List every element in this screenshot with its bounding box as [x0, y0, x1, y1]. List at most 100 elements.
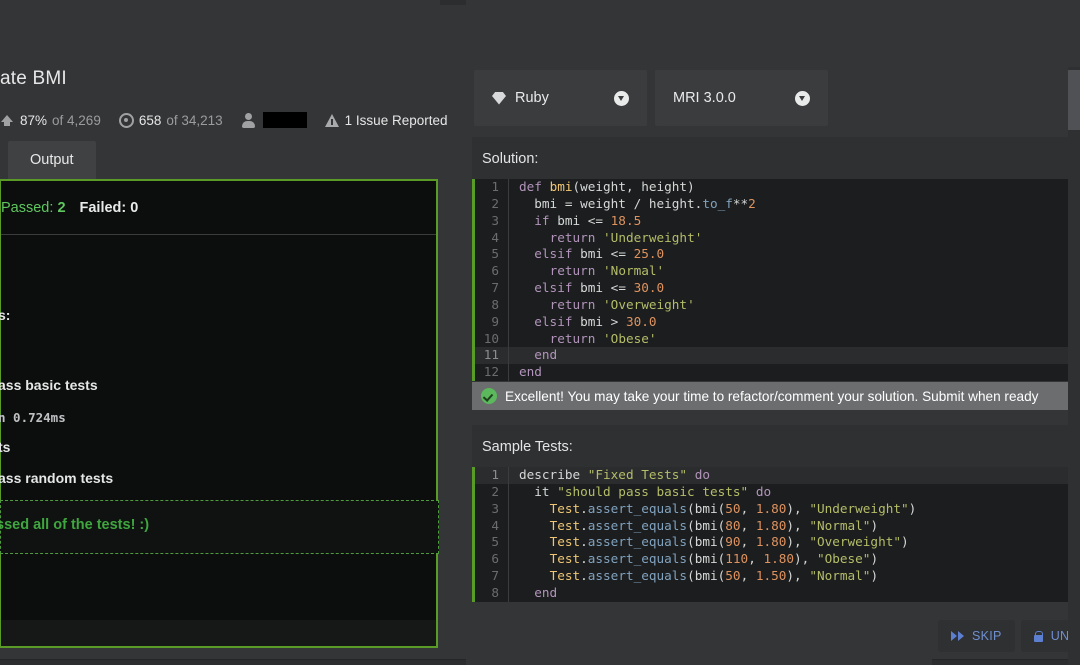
code-text: Test.assert_equals(bmi(50, 1.50), "Norma…	[549, 568, 879, 584]
app-root: ate BMI 87% of 4,269 658 of 34,213 1 Iss…	[0, 0, 1080, 665]
line-number: 8	[475, 296, 509, 314]
person-icon	[241, 112, 256, 128]
line-number: 3	[475, 500, 509, 518]
code-line: 3 Test.assert_equals(bmi(50, 1.80), "Und…	[475, 500, 1080, 518]
ruby-gem-icon	[492, 91, 506, 105]
line-number: 10	[475, 330, 509, 348]
code-text: return 'Normal'	[549, 263, 665, 279]
line-number: 1	[475, 179, 509, 196]
code-text: elsif bmi <= 25.0	[534, 246, 665, 262]
code-line: 7 elsif bmi <= 30.0	[475, 280, 1080, 297]
code-text: Test.assert_equals(bmi(80, 1.80), "Norma…	[549, 517, 879, 533]
code-line: 12 end	[475, 364, 1080, 382]
code-line: 3 if bmi <= 18.5	[475, 212, 1080, 230]
code-text: return 'Overweight'	[549, 296, 695, 312]
stat-completions-suffix: of 34,213	[166, 112, 223, 128]
sample-tests-code-editor[interactable]: 1 describe "Fixed Tests" do 2 it "should p…	[472, 467, 1080, 602]
action-buttons: SKIP UNLOCK SOLUTIONS DISCUSS (82) RESET	[938, 620, 1080, 652]
failed-count: 0	[130, 199, 139, 216]
solution-code-editor[interactable]: 1 def bmi(weight, height) 2 bmi = weight /…	[472, 179, 1080, 382]
line-number: 2	[475, 483, 509, 501]
passed-summary: Passed: 2	[1, 200, 66, 216]
console-line-1: ass basic tests	[0, 377, 98, 393]
failed-label: Failed:	[79, 199, 127, 216]
code-text: bmi = weight / height.to_f**2	[519, 195, 756, 211]
code-line: 7 Test.assert_equals(bmi(50, 1.50), "Nor…	[475, 568, 1080, 585]
code-line: 6 return 'Normal'	[475, 263, 1080, 281]
check-circle-icon	[481, 388, 497, 404]
stat-completions: 658 of 34,213	[118, 112, 223, 128]
code-line: 2 bmi = weight / height.to_f**2	[475, 195, 1080, 213]
version-dropdown[interactable]: MRI 3.0.0	[655, 70, 828, 126]
redacted-username	[262, 112, 307, 128]
tab-output[interactable]: Output	[8, 141, 96, 179]
stat-author	[241, 112, 307, 128]
passed-label: Passed:	[1, 199, 54, 216]
all-tests-passed-box: ssed all of the tests! :)	[0, 500, 439, 554]
line-number: 6	[475, 263, 509, 281]
language-version: MRI 3.0.0	[673, 90, 736, 106]
stat-issues[interactable]: 1 Issue Reported	[324, 112, 448, 128]
code-text: describe "Fixed Tests" do	[519, 467, 710, 482]
solution-title: Solution:	[482, 151, 539, 167]
line-number: 5	[475, 534, 509, 552]
sample-tests-section: Sample Tests: 1 describe "Fixed Tests" do…	[472, 425, 1080, 602]
failed-summary: Failed: 0	[80, 200, 139, 216]
passed-count: 2	[57, 199, 66, 216]
line-number: 6	[475, 551, 509, 569]
code-text: it "should pass basic tests" do	[519, 483, 772, 499]
code-line: 1 describe "Fixed Tests" do	[475, 467, 1080, 484]
code-line: 4 return 'Underweight'	[475, 229, 1080, 247]
line-number: 1	[475, 467, 509, 484]
code-text: if bmi <= 18.5	[534, 212, 642, 228]
language-dropdown[interactable]: Ruby	[474, 70, 647, 126]
page-scrollbar-thumb[interactable]	[1068, 70, 1080, 130]
stat-honor-value: 87%	[20, 112, 48, 128]
code-text: return 'Obese'	[549, 330, 657, 346]
code-text: return 'Underweight'	[549, 229, 703, 245]
output-console: Passed: 2 Failed: 0 s: ass basic tests n…	[0, 179, 439, 648]
code-line: 10 return 'Obese'	[475, 330, 1080, 348]
line-number: 12	[475, 364, 509, 382]
stat-honor-suffix: of 4,269	[52, 112, 101, 128]
console-line-0: s:	[0, 307, 11, 323]
code-line: 1 def bmi(weight, height)	[475, 179, 1080, 196]
console-line-4: ass random tests	[0, 470, 114, 486]
console-summary: Passed: 2 Failed: 0	[1, 181, 436, 235]
sample-tests-title: Sample Tests:	[482, 439, 573, 455]
lock-icon	[1033, 630, 1044, 642]
fast-forward-icon	[951, 631, 964, 641]
line-number: 7	[475, 568, 509, 585]
language-selectors: Ruby MRI 3.0.0	[474, 70, 828, 126]
all-tests-passed-message: ssed all of the tests! :)	[0, 517, 150, 533]
code-text: Test.assert_equals(bmi(50, 1.80), "Under…	[549, 500, 917, 516]
chevron-down-icon	[614, 90, 629, 106]
page-scrollbar-track[interactable]	[1068, 67, 1080, 665]
code-text: def bmi(weight, height)	[519, 179, 695, 194]
console-footer	[1, 620, 436, 646]
stat-completions-value: 658	[138, 112, 162, 128]
kata-title: ate BMI	[0, 68, 67, 89]
skip-button[interactable]: SKIP	[938, 620, 1015, 652]
code-line: 4 Test.assert_equals(bmi(80, 1.80), "Nor…	[475, 517, 1080, 535]
code-text: Test.assert_equals(bmi(110, 1.80), "Obes…	[549, 551, 879, 567]
line-number: 9	[475, 313, 509, 331]
line-number: 8	[475, 584, 509, 602]
left-panel: ate BMI 87% of 4,269 658 of 34,213 1 Iss…	[0, 0, 466, 665]
skip-label: SKIP	[972, 629, 1002, 643]
stat-issues-value: 1 Issue Reported	[344, 112, 448, 128]
right-panel: Ruby MRI 3.0.0 Solution: 1 def bmi(weight…	[466, 0, 1080, 665]
left-bottom-bar	[0, 659, 466, 665]
code-text: elsif bmi <= 30.0	[534, 280, 665, 296]
chevron-down-icon	[795, 90, 810, 106]
code-text: end	[534, 584, 558, 600]
code-line: 8 return 'Overweight'	[475, 296, 1080, 314]
honor-icon	[0, 113, 15, 128]
console-line-3: ts	[0, 439, 11, 455]
code-line: 2 it "should pass basic tests" do	[475, 483, 1080, 501]
line-number: 11	[475, 347, 509, 365]
target-icon	[118, 112, 134, 128]
code-line: 5 Test.assert_equals(bmi(90, 1.80), "Ove…	[475, 534, 1080, 552]
console-line-2: n 0.724ms	[0, 410, 66, 425]
line-number: 4	[475, 517, 509, 535]
